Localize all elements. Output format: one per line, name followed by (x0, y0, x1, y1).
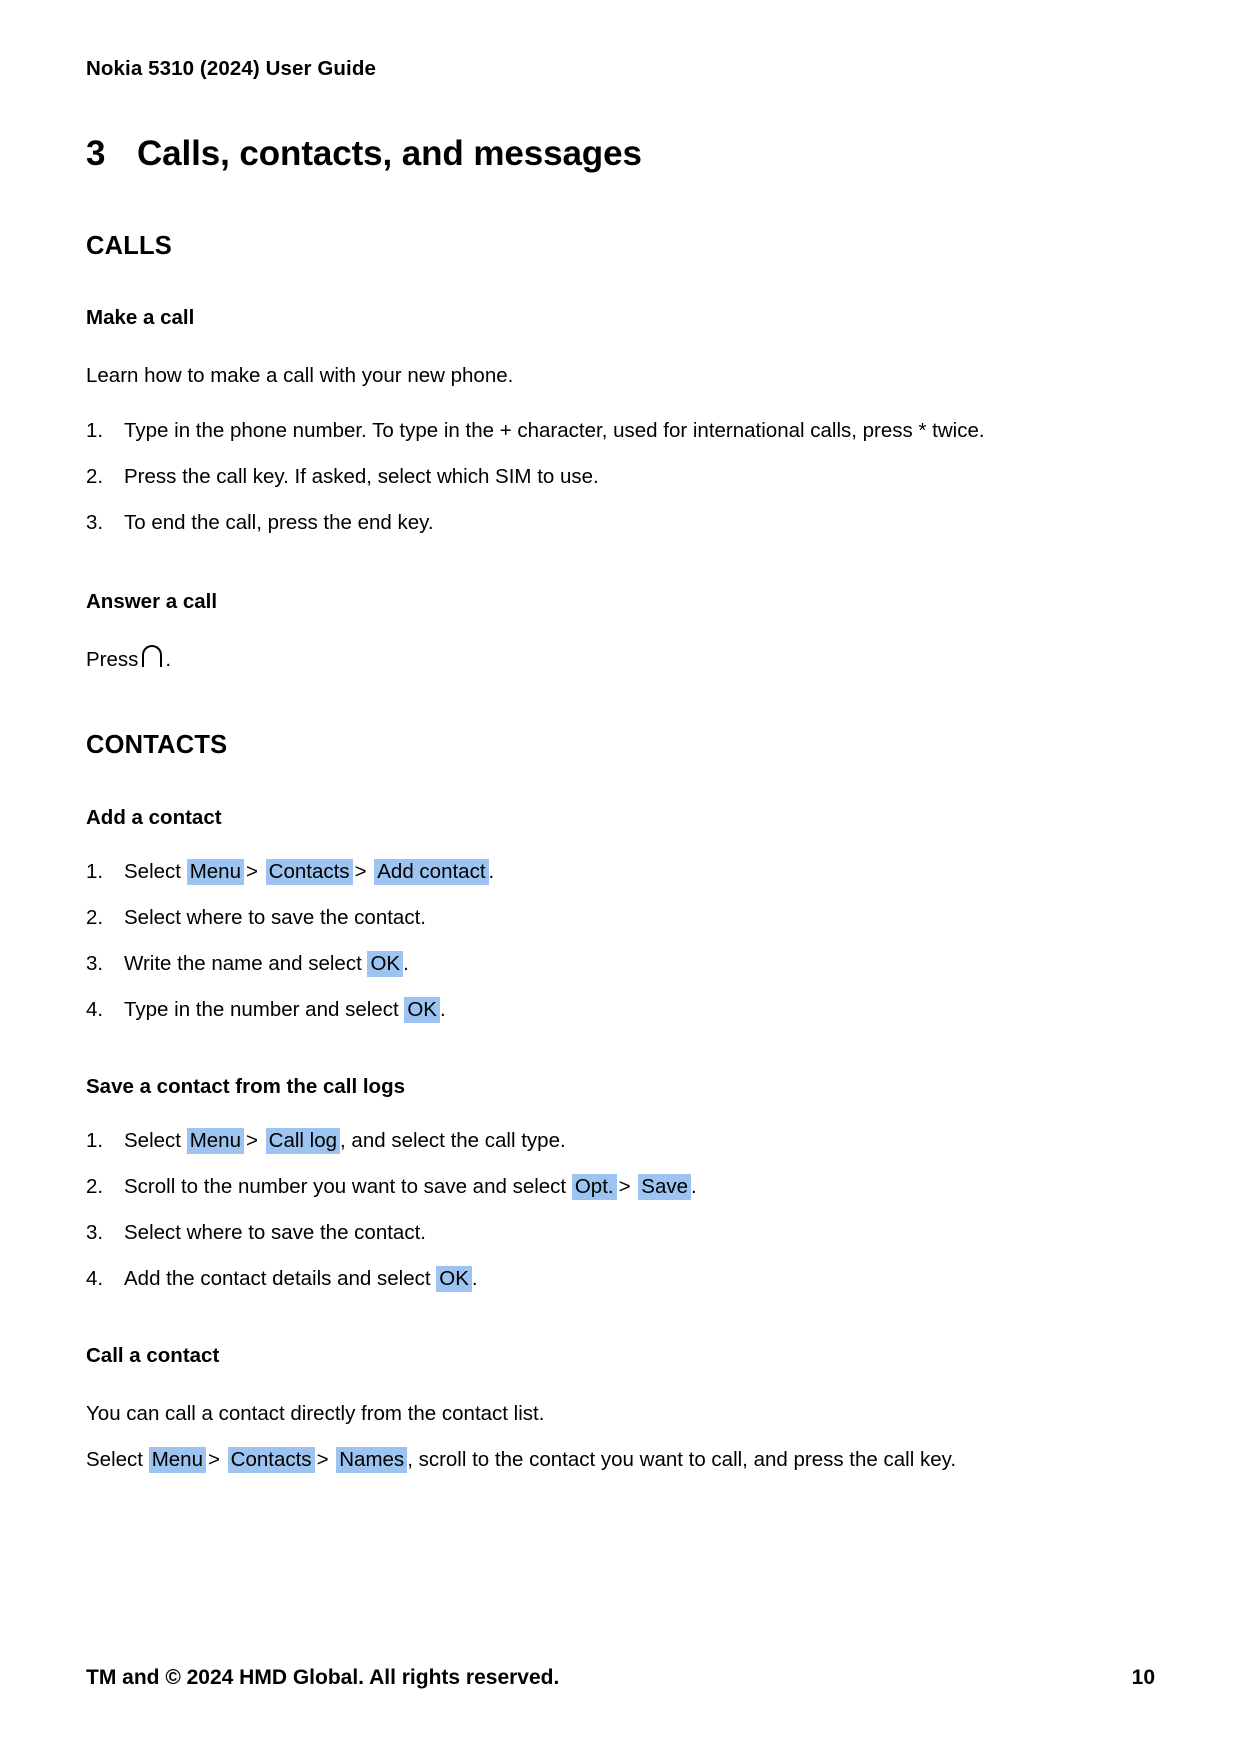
step-tail: , scroll to the contact you want to call… (407, 1448, 957, 1471)
step-lead: Type in the number and select (124, 997, 399, 1021)
press-label: Press (86, 648, 139, 672)
ui-key-contacts[interactable]: Contacts (227, 1447, 315, 1473)
make-a-call-intro: Learn how to make a call with your new p… (86, 363, 514, 387)
list-marker: 3. (86, 511, 104, 535)
list-marker: 3. (86, 951, 104, 975)
path-separator: > (354, 859, 367, 883)
subheading-call-a-contact: Call a contact (86, 1344, 220, 1368)
section-heading-contacts: CONTACTS (86, 731, 228, 760)
path-separator: > (245, 859, 258, 883)
step-tail: . (403, 951, 409, 975)
ui-key-add-contact[interactable]: Add contact (374, 858, 489, 885)
list-marker: 3. (86, 1220, 104, 1244)
list-item: 1. Select Menu > Contacts > Add contact. (86, 857, 1155, 886)
step-lead: Add the contact details and select (124, 1266, 431, 1290)
step-lead: Select (124, 1128, 181, 1152)
list-item: 1. Type in the phone number. To type in … (86, 416, 1155, 445)
running-head: Nokia 5310 (2024) User Guide (86, 57, 376, 80)
list-marker: 4. (86, 997, 104, 1021)
add-a-contact-steps: 1. Select Menu > Contacts > Add contact. 2.… (86, 857, 1155, 1024)
subheading-save-a-contact-from-the-call-logs: Save a contact from the call logs (86, 1075, 405, 1099)
subheading-answer-a-call: Answer a call (86, 590, 218, 614)
step-tail: . (488, 859, 495, 883)
subheading-add-a-contact: Add a contact (86, 805, 222, 829)
list-item: 2. Press the call key. If asked, select … (86, 462, 1155, 491)
list-marker: 2. (86, 1174, 104, 1198)
list-item-text: Press the call key. If asked, select whi… (124, 465, 599, 489)
list-item: 2. Select where to save the contact. (86, 903, 1155, 932)
ui-key-ok[interactable]: OK (436, 1265, 472, 1292)
chapter-title-text: Calls, contacts, and messages (137, 133, 642, 173)
path-separator: > (207, 1448, 220, 1471)
press-period: . (165, 648, 172, 672)
list-item: 3. Select where to save the contact. (86, 1218, 1155, 1247)
page-number: 10 (1131, 1666, 1155, 1689)
ui-key-menu[interactable]: Menu (186, 1127, 244, 1154)
ui-key-menu[interactable]: Menu (148, 1447, 206, 1473)
document-page: Nokia 5310 (2024) User Guide 3 Calls, con… (0, 0, 1241, 1754)
page-footer: TM and © 2024 HMD Global. All rights res… (86, 1666, 1155, 1690)
ui-key-menu[interactable]: Menu (186, 858, 244, 885)
ui-key-ok[interactable]: OK (404, 996, 440, 1023)
list-item: 1. Select Menu > Call log, and select the … (86, 1126, 1155, 1155)
ui-key-ok[interactable]: OK (367, 950, 404, 977)
step-tail: , and select the call type. (340, 1128, 566, 1152)
chapter-number: 3 (86, 133, 106, 173)
save-a-contact-steps: 1. Select Menu > Call log, and select the … (86, 1126, 1155, 1293)
list-item: 2. Scroll to the number you want to save … (86, 1172, 1155, 1201)
list-marker: 4. (86, 1266, 104, 1290)
list-item-text: Select where to save the contact. (124, 905, 426, 929)
ui-key-save[interactable]: Save (638, 1173, 692, 1200)
path-separator: > (245, 1128, 258, 1152)
ui-key-call-log[interactable]: Call log (265, 1127, 341, 1154)
path-separator: > (618, 1174, 631, 1198)
step-tail: . (439, 997, 446, 1021)
step-tail: . (471, 1266, 478, 1290)
list-item: 3. To end the call, press the end key. (86, 508, 1155, 537)
list-item: 4. Type in the number and select OK. (86, 995, 1155, 1024)
list-item-text: Type in the phone number. To type in the… (124, 419, 985, 443)
ui-key-names[interactable]: Names (336, 1447, 408, 1473)
list-marker: 2. (86, 905, 104, 929)
page-title: 3 Calls, contacts, and messages (86, 133, 1155, 175)
list-marker: 1. (86, 859, 104, 883)
step-tail: . (691, 1174, 697, 1198)
list-item: 4. Add the contact details and select OK. (86, 1264, 1155, 1293)
list-marker: 1. (86, 419, 104, 443)
list-marker: 1. (86, 1128, 104, 1152)
step-lead: Write the name and select (124, 951, 362, 975)
section-heading-calls: CALLS (86, 231, 172, 260)
call-a-contact-intro: You can call a contact directly from the… (86, 1401, 545, 1425)
subheading-make-a-call: Make a call (86, 306, 195, 330)
footer-copyright: TM and © 2024 HMD Global. All rights res… (86, 1666, 560, 1689)
ui-key-contacts[interactable]: Contacts (265, 858, 353, 885)
list-marker: 2. (86, 465, 104, 489)
list-item: 3. Write the name and select OK. (86, 949, 1155, 978)
list-item-text: Select where to save the contact. (124, 1220, 426, 1244)
call-key-icon (142, 645, 164, 668)
answer-a-call-instruction: Press. (86, 645, 1155, 674)
step-lead: Select (86, 1448, 143, 1471)
path-separator: > (316, 1448, 329, 1471)
call-a-contact-instruction: Select Menu > Contacts > Names, scroll to … (86, 1446, 1155, 1474)
step-lead: Scroll to the number you want to save an… (124, 1174, 567, 1198)
step-lead: Select (124, 859, 181, 883)
ui-key-options[interactable]: Opt. (571, 1173, 617, 1200)
list-item-text: To end the call, press the end key. (124, 511, 434, 535)
make-a-call-steps: 1. Type in the phone number. To type in … (86, 416, 1155, 537)
